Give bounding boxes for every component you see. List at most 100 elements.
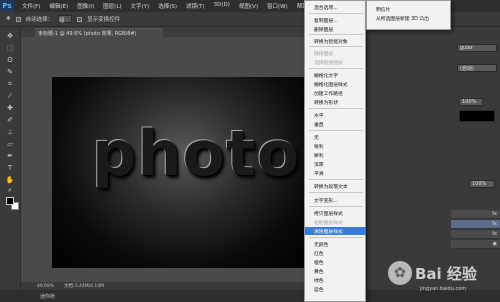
brush-tool-icon[interactable]: ✐ — [3, 115, 17, 125]
show-transform-checkbox[interactable] — [77, 16, 83, 22]
context-menu-item[interactable]: 无颜色 — [305, 240, 366, 248]
context-menu-item[interactable]: 转换为智能对象 — [305, 37, 366, 45]
context-menu: 混合选项... 复制图层... 删除图层转换为智能对象链接图层选择链接图层栅格化文字… — [304, 0, 366, 302]
show-transform-label: 显示变换控件 — [87, 17, 121, 23]
context-menu-item: 链接图层 — [314, 51, 334, 57]
context-menu-item[interactable]: 复制图层... — [305, 16, 366, 24]
watermark-brand: Bai 经验 — [415, 264, 477, 283]
context-menu-item[interactable]: 拷贝图层样式 — [305, 209, 366, 217]
menu-separator — [309, 237, 363, 238]
menu-item[interactable]: 视图(V) — [239, 2, 258, 10]
menu-item[interactable]: 窗口(W) — [267, 2, 288, 10]
menu-separator — [309, 130, 363, 131]
context-menu-item[interactable]: 文字变形... — [305, 196, 366, 204]
marquee-tool-icon[interactable]: ⬚ — [3, 43, 17, 53]
submenu-item[interactable]: 明信片 — [367, 5, 451, 13]
auto-select-dropdown[interactable]: 组 — [58, 15, 73, 24]
menu-item[interactable]: 图像(I) — [77, 2, 94, 10]
context-menu-item[interactable]: 水平 — [305, 111, 366, 119]
font-family-field[interactable]: gular — [457, 44, 497, 52]
auto-select-checkbox[interactable] — [15, 16, 21, 22]
pen-tool-icon[interactable]: ✒ — [3, 151, 17, 161]
fx-icon: fx — [492, 211, 497, 217]
menu-item[interactable]: 图层(L) — [103, 2, 121, 10]
scale-field[interactable]: 100% — [459, 98, 483, 106]
zoom-level: 49.69% — [37, 283, 55, 289]
menu-item[interactable]: 编辑(E) — [49, 2, 68, 10]
eyedropper-tool-icon[interactable]: ⁄ — [3, 91, 17, 101]
crop-tool-icon[interactable]: ⌗ — [3, 79, 17, 89]
baidu-watermark: ✿ Bai 经验 — [388, 258, 498, 288]
context-menu-item[interactable]: 浑厚 — [305, 160, 366, 168]
lasso-tool-icon[interactable]: ʘ — [3, 55, 17, 65]
context-menu-item[interactable]: 犀利 — [305, 151, 366, 159]
photo-text-layer: photo — [92, 117, 301, 190]
menu-items: 文件(F) 编辑(E) 图像(I) 图层(L) 文字(Y) 选择(S) 滤镜(T) 3D(D)… — [14, 2, 316, 10]
context-menu-item[interactable]: 栅格化文字 — [305, 71, 366, 79]
tools-panel: ✥ ⬚ ʘ ✎ ⌗ ⁄ ✚ ✐ ⊥ ▱ ✒ T ✋ ⌕ — [0, 27, 21, 290]
zoom-tool-icon[interactable]: ⌕ — [3, 185, 17, 195]
context-menu-item[interactable]: 转换为形状 — [305, 98, 366, 106]
menu-item[interactable]: 选择(S) — [158, 2, 177, 10]
move-tool-icon[interactable]: ✥ — [3, 31, 17, 41]
menu-separator — [309, 206, 363, 207]
photoshop-logo-icon: Ps — [0, 0, 14, 12]
context-menu-item[interactable]: 混合选项... — [305, 3, 366, 11]
layer-row-active[interactable]: fx — [451, 220, 500, 229]
layer-row[interactable]: ◉ — [451, 240, 500, 249]
leading-field[interactable]: (自动) — [457, 64, 497, 72]
status-bar: 49.69% 文档:3.44M/4.14M — [21, 282, 304, 290]
fx-icon: fx — [492, 231, 497, 237]
auto-select-label: 自动选择： — [25, 17, 54, 23]
context-menu-item[interactable]: 转换为段落文本 — [305, 182, 366, 190]
stamp-tool-icon[interactable]: ⊥ — [3, 127, 17, 137]
eraser-tool-icon[interactable]: ▱ — [3, 139, 17, 149]
context-menu-item[interactable]: 创建工作路径 — [305, 89, 366, 97]
foreground-color-swatch[interactable] — [6, 197, 14, 205]
context-menu-item[interactable]: 绿色 — [305, 276, 366, 284]
baidu-paw-icon: ✿ — [388, 261, 412, 285]
context-menu-item[interactable]: 垂直 — [305, 120, 366, 128]
context-menu-item[interactable]: 栅格化图层样式 — [305, 80, 366, 88]
layer-row[interactable]: fx — [451, 230, 500, 239]
menu-separator — [309, 34, 363, 35]
context-menu-item[interactable]: 无 — [305, 133, 366, 141]
context-menu-item: 选择链接图层 — [314, 60, 343, 66]
mini-bridge-tab[interactable]: 迷你桥 — [40, 293, 55, 300]
canvas[interactable]: photo — [52, 77, 304, 268]
hand-tool-icon[interactable]: ✋ — [3, 175, 17, 185]
document-tab[interactable]: 未标题-1 @ 49.6% (photo 效果, RGB/8#) — [35, 28, 163, 37]
menu-separator — [309, 192, 363, 193]
context-menu-item[interactable]: 删除图层 — [305, 25, 366, 33]
watermark-url: jingyan.baidu.com — [420, 286, 467, 292]
menu-item[interactable]: 文件(F) — [22, 2, 40, 10]
context-menu-item[interactable]: 蓝色 — [305, 285, 366, 293]
menu-separator — [309, 108, 363, 109]
context-menu-item[interactable]: 橙色 — [305, 258, 366, 266]
3d-submenu: 明信片 从所选图层新建 3D 凸出 — [366, 0, 451, 30]
context-menu-item: 粘贴图层样式 — [314, 220, 343, 226]
healing-brush-icon[interactable]: ✚ — [3, 103, 17, 113]
context-menu-item[interactable]: 平滑 — [305, 169, 366, 177]
quick-select-tool-icon[interactable]: ✎ — [3, 67, 17, 77]
document-info: 文档:3.44M/4.14M — [64, 284, 105, 289]
type-tool-icon[interactable]: T — [3, 163, 17, 173]
context-menu-item[interactable]: 锐利 — [305, 142, 366, 150]
eye-icon[interactable]: ◉ — [493, 241, 497, 247]
right-panels: gular (自动) 100% 100% fx fx fx ◉ — [366, 30, 500, 290]
menu-separator — [309, 179, 363, 180]
context-menu-item[interactable]: 清除图层样式 — [305, 227, 366, 235]
menu-item[interactable]: 3D(D) — [214, 2, 230, 10]
menu-separator — [309, 46, 363, 47]
context-menu-item[interactable]: 红色 — [305, 249, 366, 257]
fx-icon: fx — [492, 221, 497, 227]
menu-separator — [309, 13, 363, 14]
menu-item[interactable]: 滤镜(T) — [186, 2, 205, 10]
menu-separator — [309, 68, 363, 69]
color-swatch[interactable] — [459, 110, 495, 122]
menu-item[interactable]: 文字(Y) — [131, 2, 150, 10]
submenu-item[interactable]: 从所选图层新建 3D 凸出 — [367, 14, 451, 22]
context-menu-item[interactable]: 黄色 — [305, 267, 366, 275]
opacity-field[interactable]: 100% — [469, 180, 495, 188]
layer-row[interactable]: fx — [451, 210, 500, 219]
